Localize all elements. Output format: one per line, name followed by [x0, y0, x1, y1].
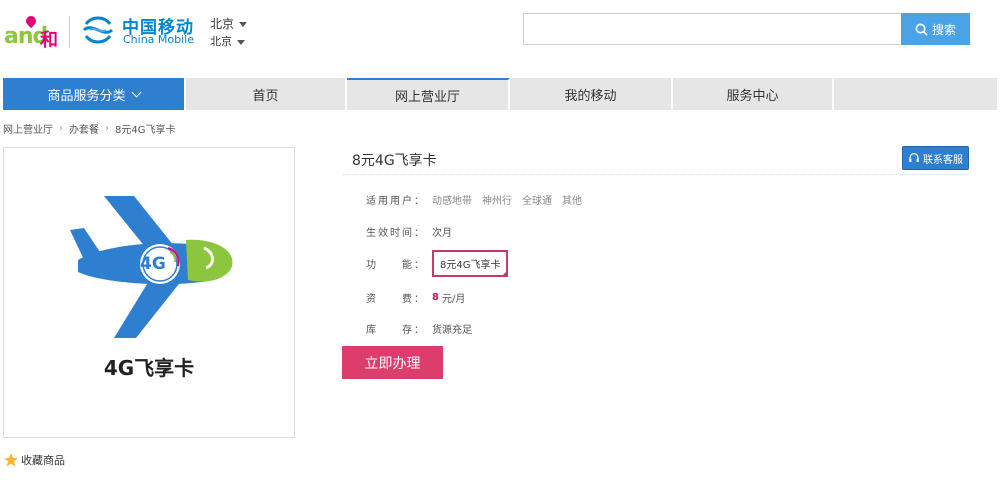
breadcrumb-separator-icon: › — [59, 123, 63, 134]
nav-item-my-mobile[interactable]: 我的移动 — [510, 78, 673, 110]
logo-divider — [69, 16, 70, 48]
buy-now-button[interactable]: 立即办理 — [342, 346, 443, 379]
breadcrumb-current: 8元4G飞享卡 — [115, 125, 176, 136]
attr-stock-value: 货源充足 — [432, 325, 472, 336]
chevron-down-icon — [239, 22, 248, 27]
user-type: 神州行 — [482, 196, 512, 207]
nav-item-label: 我的移动 — [564, 88, 617, 104]
product-image: 4G 4G飞享卡 — [3, 147, 295, 438]
nav-item-home[interactable]: 首页 — [186, 78, 347, 110]
feature-option-selected[interactable]: 8元4G飞享卡 — [432, 250, 509, 277]
attr-effective-time: 生效时间： 次月 — [366, 224, 452, 239]
attr-users: 适用用户： 动感地带 神州行 全球通 其他 — [366, 192, 582, 207]
selected-check-icon — [501, 270, 509, 277]
breadcrumb: 网上营业厅 › 办套餐 › 8元4G飞享卡 — [3, 121, 175, 136]
price-value: 8 — [432, 292, 439, 303]
attr-users-label: 适用用户： — [366, 196, 426, 207]
headset-icon — [909, 152, 919, 162]
nav-filler — [834, 78, 997, 110]
and-logo-he: 和 — [40, 30, 58, 51]
contact-service-button[interactable]: 联系客服 — [902, 146, 969, 170]
and-logo[interactable]: and 和 — [4, 10, 62, 51]
sub-city-selector-label: 北京 — [210, 35, 232, 48]
contact-service-label: 联系客服 — [923, 154, 963, 166]
attr-stock-label: 库 存： — [366, 325, 426, 336]
favorite-button[interactable]: 收藏商品 — [3, 452, 65, 468]
attr-effective-value: 次月 — [432, 228, 452, 239]
search-input[interactable] — [523, 13, 902, 45]
china-mobile-logo-icon[interactable] — [80, 12, 116, 48]
search-icon — [915, 23, 928, 36]
header: and 和 中国移动 China Mobile 北京 北京 搜索 — [0, 0, 1000, 66]
attr-users-values: 动感地带 神州行 全球通 其他 — [432, 192, 582, 207]
city-selector-label: 北京 — [210, 17, 235, 31]
user-type: 其他 — [562, 196, 582, 207]
star-icon — [4, 453, 18, 467]
title-divider — [343, 174, 969, 175]
product-title: 8元4G飞享卡 — [352, 153, 437, 169]
nav-item-label: 首页 — [252, 88, 279, 104]
attr-fee-label: 资 费： — [366, 294, 426, 305]
price-unit: 元/月 — [441, 294, 466, 305]
favorite-label: 收藏商品 — [21, 454, 65, 467]
nav-item-online-hall[interactable]: 网上营业厅 — [347, 78, 510, 110]
search-button[interactable]: 搜索 — [901, 13, 970, 45]
attr-feature-label: 功 能： — [366, 260, 426, 271]
nav-item-service-center[interactable]: 服务中心 — [673, 78, 834, 110]
breadcrumb-link-hall[interactable]: 网上营业厅 — [3, 121, 53, 136]
feature-option-label: 8元4G飞享卡 — [440, 260, 501, 271]
attr-effective-label: 生效时间： — [366, 228, 426, 239]
breadcrumb-separator-icon: › — [105, 123, 109, 134]
breadcrumb-link-plans[interactable]: 办套餐 — [69, 121, 99, 136]
product-image-caption: 4G飞享卡 — [103, 356, 195, 380]
user-type: 动感地带 — [432, 196, 472, 207]
chevron-down-icon — [131, 87, 141, 97]
chevron-down-icon — [237, 39, 245, 45]
user-type: 全球通 — [522, 196, 552, 207]
product-badge-text: 4G — [140, 254, 166, 274]
sub-city-selector[interactable]: 北京 — [210, 33, 245, 49]
brand-name-en: China Mobile — [123, 33, 195, 46]
nav-category-menu[interactable]: 商品服务分类 — [3, 78, 186, 110]
attr-feature: 功 能： 8元4G飞享卡 — [366, 250, 509, 277]
search-button-label: 搜索 — [931, 22, 956, 37]
attr-fee: 资 费： 8 元/月 — [366, 290, 465, 305]
nav-item-label: 网上营业厅 — [394, 89, 460, 105]
attr-stock: 库 存： 货源充足 — [366, 321, 472, 336]
nav-item-label: 服务中心 — [726, 88, 779, 104]
nav-category-label: 商品服务分类 — [47, 88, 126, 104]
city-selector[interactable]: 北京 — [210, 15, 248, 32]
main-nav: 商品服务分类 首页 网上营业厅 我的移动 服务中心 — [3, 78, 997, 110]
